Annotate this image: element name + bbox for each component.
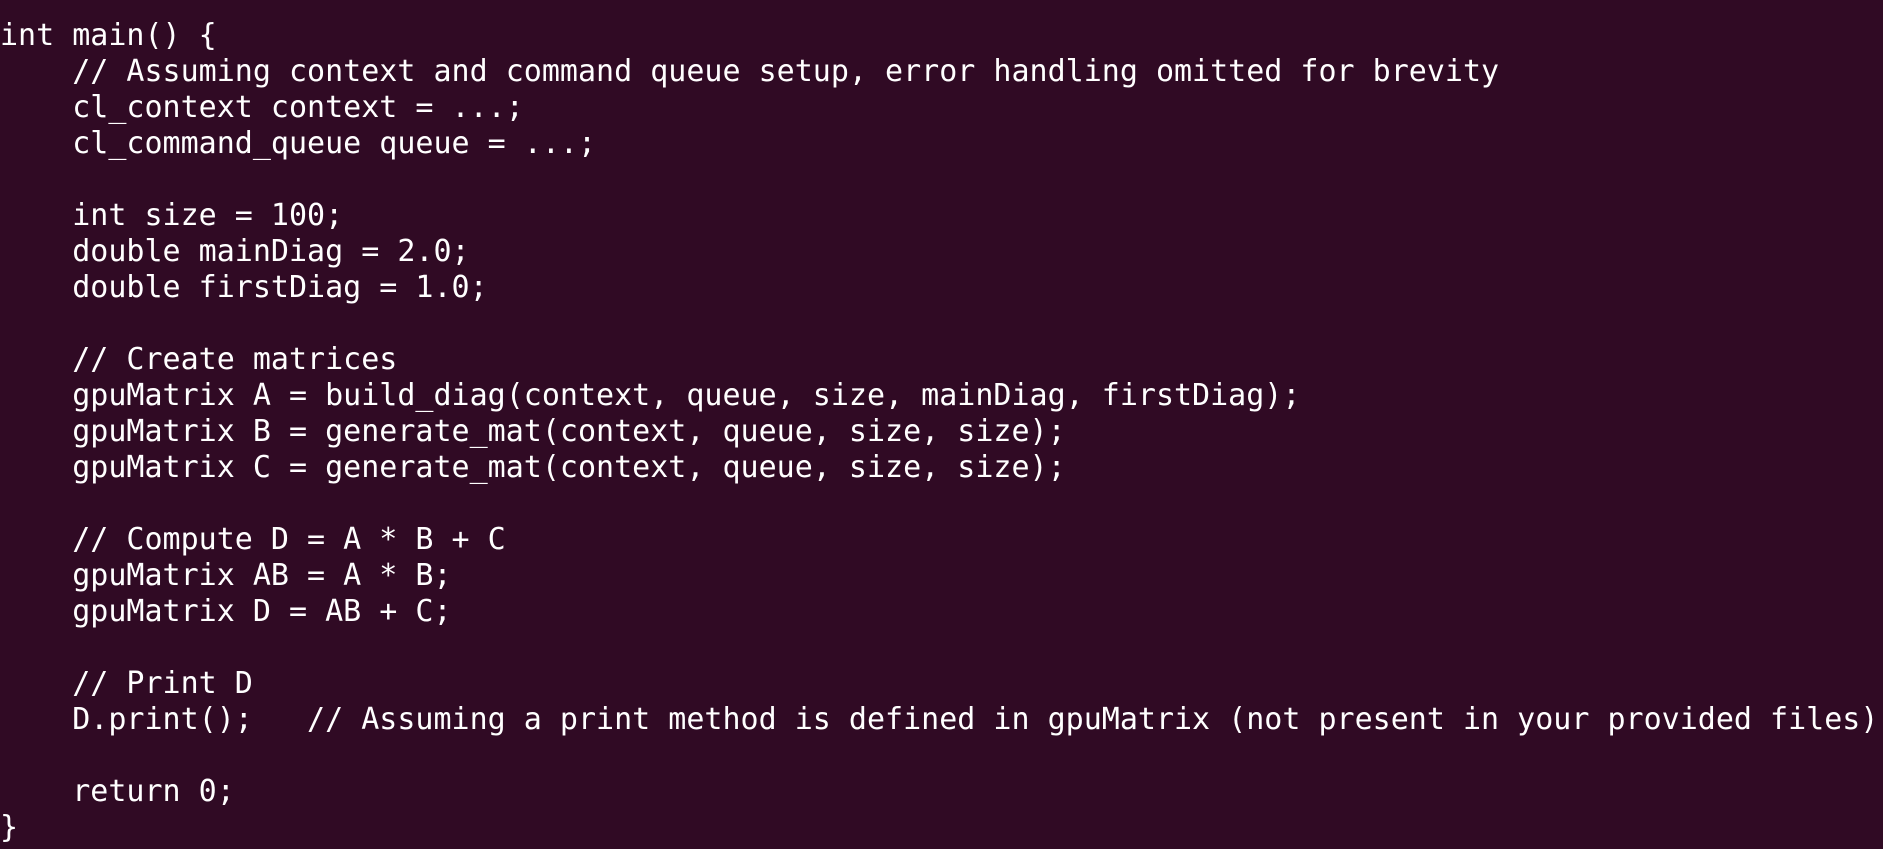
code-line: // Create matrices bbox=[0, 342, 398, 377]
code-line: cl_command_queue queue = ...; bbox=[0, 126, 597, 161]
code-line: double firstDiag = 1.0; bbox=[0, 270, 488, 305]
code-line: cl_context context = ...; bbox=[0, 90, 524, 125]
code-line: // Assuming context and command queue se… bbox=[0, 54, 1500, 89]
code-line: // Compute D = A * B + C bbox=[0, 522, 506, 557]
code-line: gpuMatrix D = AB + C; bbox=[0, 594, 452, 629]
code-line: D.print(); // Assuming a print method is… bbox=[0, 702, 1879, 737]
code-line: gpuMatrix B = generate_mat(context, queu… bbox=[0, 414, 1066, 449]
code-line: } bbox=[0, 810, 19, 845]
code-line: // Print D bbox=[0, 666, 253, 701]
code-line: int size = 100; bbox=[0, 198, 344, 233]
code-line: int main() { bbox=[0, 18, 217, 53]
code-line: gpuMatrix C = generate_mat(context, queu… bbox=[0, 450, 1066, 485]
code-line: return 0; bbox=[0, 774, 235, 809]
code-line: double mainDiag = 2.0; bbox=[0, 234, 470, 269]
code-line: gpuMatrix A = build_diag(context, queue,… bbox=[0, 378, 1301, 413]
code-line: gpuMatrix AB = A * B; bbox=[0, 558, 452, 593]
terminal-output[interactable]: int main() { // Assuming context and com… bbox=[0, 18, 1883, 846]
